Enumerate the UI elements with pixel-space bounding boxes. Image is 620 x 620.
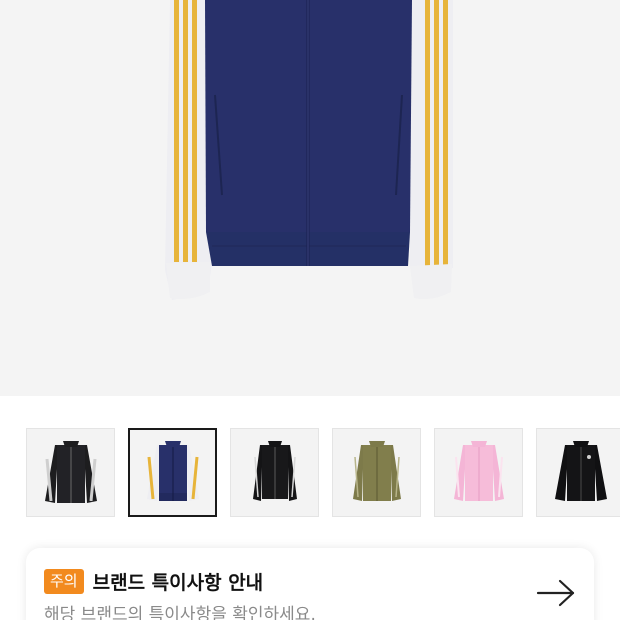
color-thumbnails xyxy=(26,428,620,517)
thumbnail-navy-jacket[interactable] xyxy=(128,428,217,517)
brand-notice-card[interactable]: 주의 브랜드 특이사항 안내 해당 브랜드의 특이사항을 확인하세요. xyxy=(26,548,594,620)
arrow-right-icon[interactable] xyxy=(536,578,576,608)
notice-badge: 주의 xyxy=(44,569,84,594)
thumbnail-black-fitted-jacket[interactable] xyxy=(230,428,319,517)
navy-jacket-image xyxy=(146,440,199,501)
pink-jacket-image xyxy=(453,440,504,501)
black-velour-jacket-image xyxy=(554,440,607,501)
olive-jacket-image xyxy=(352,440,401,501)
product-main-image[interactable] xyxy=(0,0,620,396)
notice-title: 브랜드 특이사항 안내 xyxy=(92,572,264,594)
black-fitted-jacket-image xyxy=(252,440,297,501)
product-page: 주의 브랜드 특이사항 안내 해당 브랜드의 특이사항을 확인하세요. xyxy=(0,0,620,620)
black-jacket-image xyxy=(44,440,97,503)
thumbnail-olive-jacket[interactable] xyxy=(332,428,421,517)
thumbnail-pink-jacket[interactable] xyxy=(434,428,523,517)
notice-header: 주의 브랜드 특이사항 안내 xyxy=(44,568,263,595)
thumbnail-black-velour-jacket[interactable] xyxy=(536,428,620,517)
jacket-illustration xyxy=(165,0,453,300)
thumbnail-black-jacket[interactable] xyxy=(26,428,115,517)
notice-subtitle: 해당 브랜드의 특이사항을 확인하세요. xyxy=(44,605,316,620)
